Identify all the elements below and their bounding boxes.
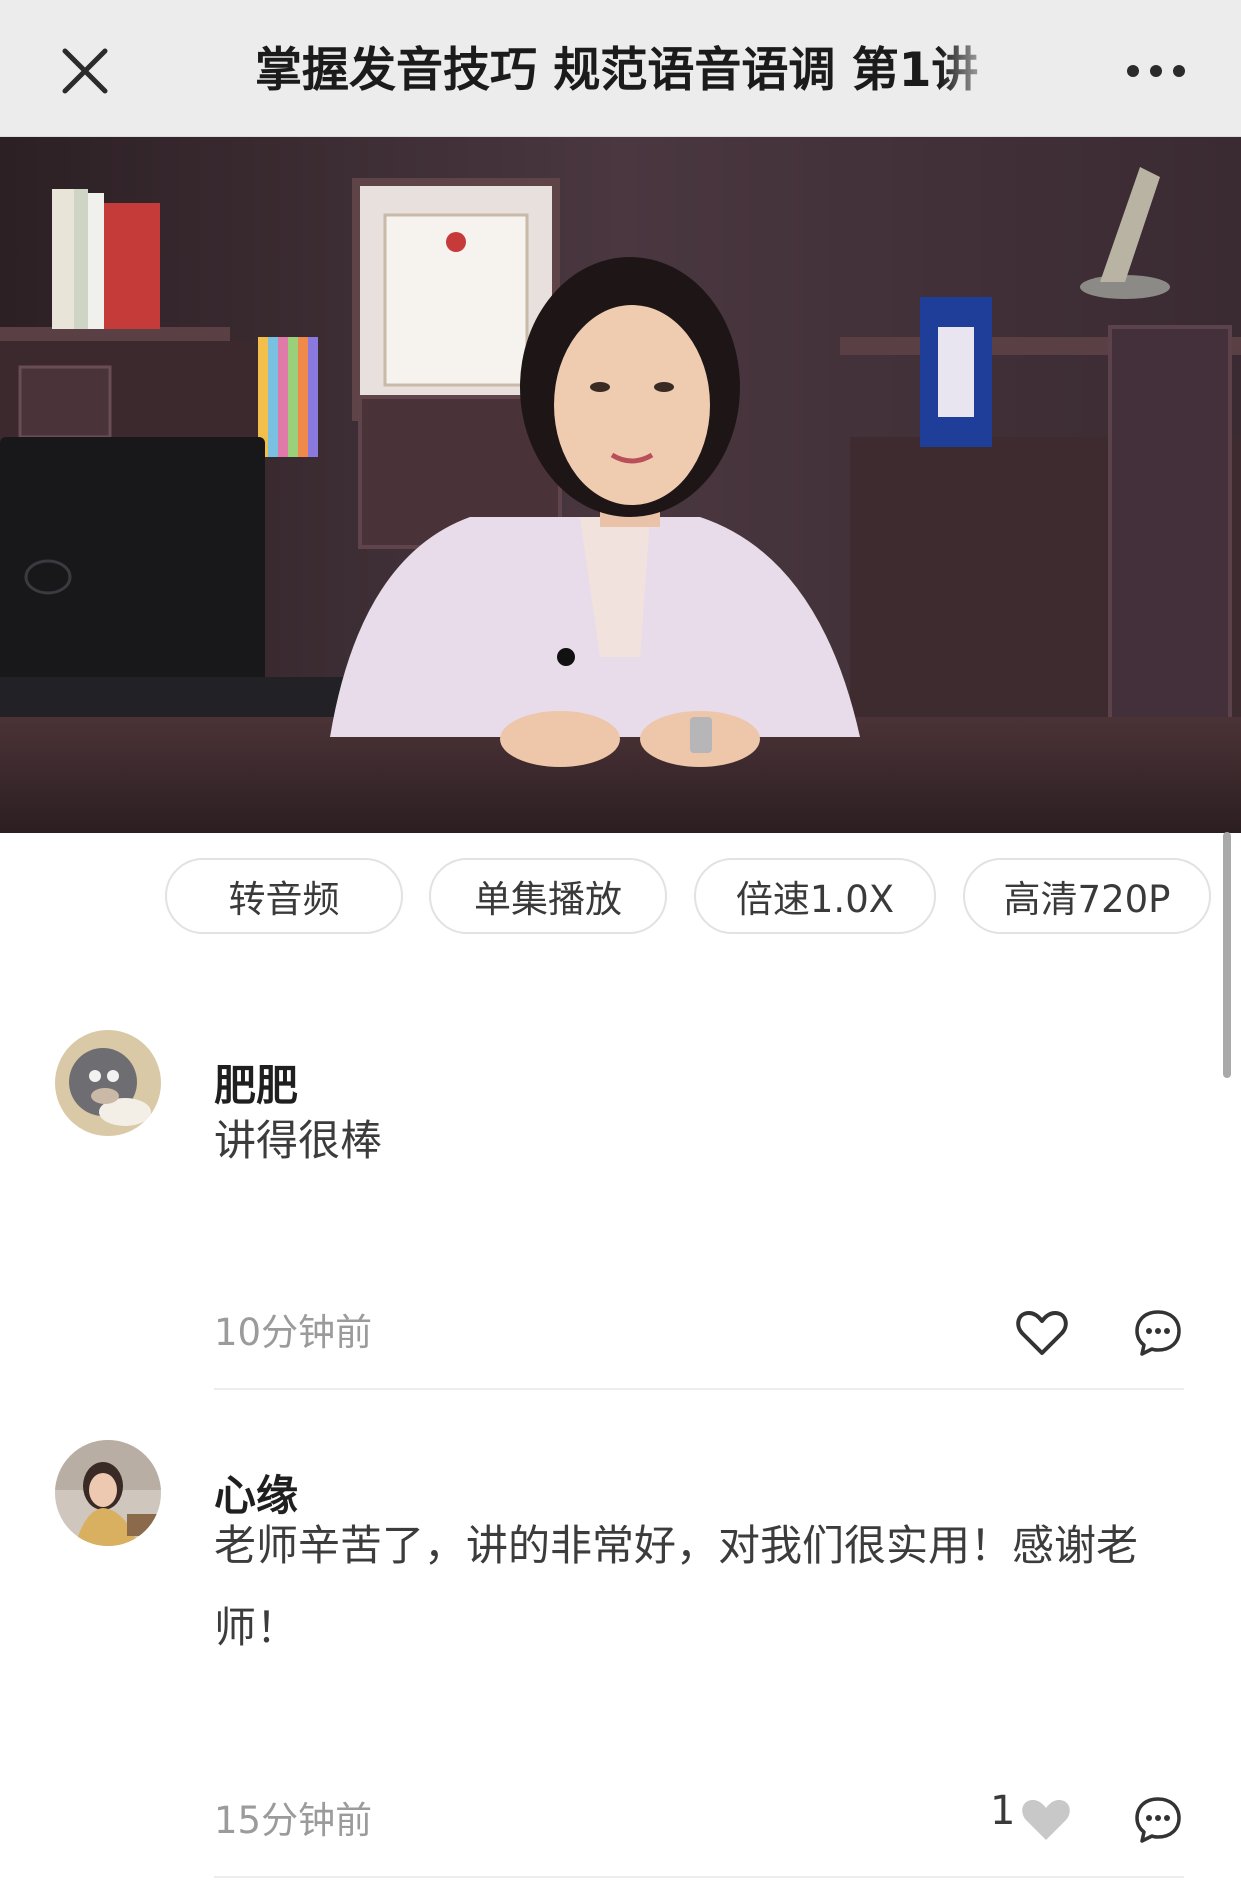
convert-audio-chip[interactable]: 转音频 [165, 858, 403, 934]
video-player[interactable] [0, 137, 1241, 833]
avatar-image [55, 1440, 161, 1546]
video-options-bar: 转音频 单集播放 倍速1.0X 高清720P [0, 858, 1241, 940]
comment-time: 10分钟前 [214, 1311, 373, 1354]
close-button[interactable] [50, 36, 120, 106]
more-button[interactable] [1116, 36, 1196, 106]
title-fade-overlay [940, 36, 1010, 106]
like-count: 1 [990, 1788, 1016, 1834]
video-quality-chip[interactable]: 高清720P [963, 858, 1211, 934]
more-horizontal-icon [1127, 65, 1185, 77]
comment-bubble-icon [1135, 1797, 1181, 1843]
comment-item: 心缘 老师辛苦了，讲的非常好，对我们很实用！感谢老师！ 15分钟前 1 [0, 1440, 1241, 1885]
page-title-text: 掌握发音技巧 规范语音语调 第1讲 [255, 43, 979, 98]
reply-button[interactable] [1128, 1303, 1188, 1363]
heart-outline-icon [1016, 1311, 1068, 1355]
single-episode-chip[interactable]: 单集播放 [429, 858, 667, 934]
like-button[interactable] [1012, 1303, 1072, 1363]
reply-button[interactable] [1128, 1790, 1188, 1850]
comment-divider [214, 1388, 1184, 1390]
video-frame [0, 137, 1241, 833]
comment-text: 讲得很棒 [214, 1116, 383, 1165]
comment-divider [214, 1876, 1184, 1878]
playback-speed-chip[interactable]: 倍速1.0X [694, 858, 936, 934]
like-button[interactable] [1016, 1790, 1076, 1850]
comment-time: 15分钟前 [214, 1799, 373, 1842]
avatar[interactable] [55, 1440, 161, 1546]
comment-item: 肥肥 讲得很棒 10分钟前 [0, 1030, 1241, 1390]
avatar-image [55, 1030, 161, 1136]
heart-filled-icon [1022, 1800, 1070, 1840]
comment-bubble-icon [1135, 1310, 1181, 1356]
top-navigation-bar: 掌握发音技巧 规范语音语调 第1讲 [0, 0, 1241, 137]
avatar[interactable] [55, 1030, 161, 1136]
close-icon [62, 48, 108, 94]
page-title: 掌握发音技巧 规范语音语调 第1讲 [255, 36, 1010, 106]
comment-text: 老师辛苦了，讲的非常好，对我们很实用！感谢老师！ [214, 1521, 1139, 1652]
